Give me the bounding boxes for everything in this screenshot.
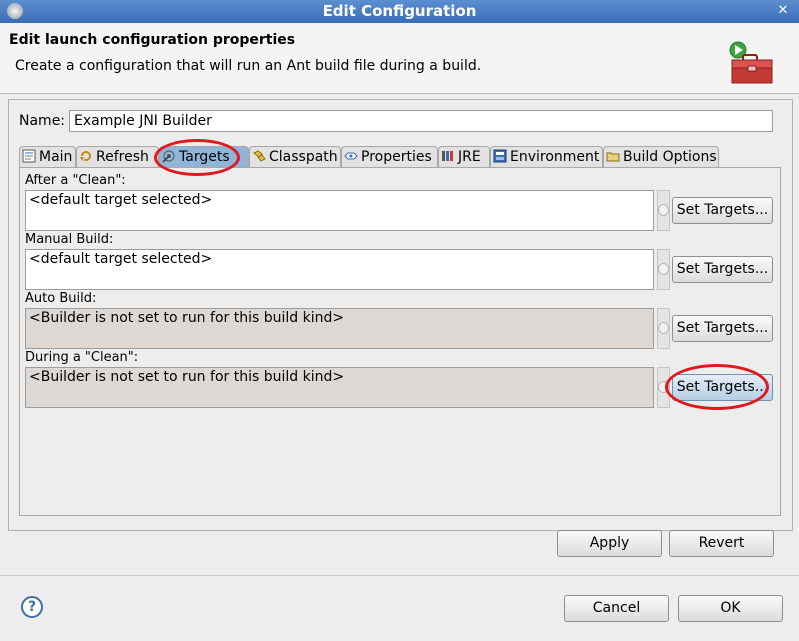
refresh-icon — [80, 151, 91, 162]
tab-environment[interactable]: Environment — [490, 146, 603, 167]
tab-label: Environment — [510, 149, 600, 165]
properties-icon — [344, 152, 358, 160]
tab-label: Build Options — [623, 149, 717, 165]
manual-build-targets[interactable]: <default target selected> — [25, 249, 654, 290]
tab-targets[interactable]: Targets — [159, 146, 249, 167]
tab-bar: Main Refresh Targets Classpath Propertie… — [19, 146, 779, 168]
tab-label: JRE — [458, 149, 481, 165]
manual-build-label: Manual Build: — [25, 232, 114, 247]
jre-icon — [442, 151, 453, 161]
environment-icon — [493, 149, 507, 163]
name-input[interactable]: Example JNI Builder — [69, 110, 773, 132]
window-title: Edit Configuration — [322, 2, 477, 20]
tab-properties[interactable]: Properties — [341, 146, 438, 167]
scroll-knob — [658, 322, 669, 334]
tab-label: Main — [39, 149, 73, 165]
tab-classpath[interactable]: Classpath — [249, 146, 341, 167]
tab-main[interactable]: Main — [19, 146, 76, 167]
during-clean-label: During a "Clean": — [25, 350, 139, 365]
targets-icon — [162, 150, 175, 163]
tab-label: Classpath — [269, 149, 338, 165]
auto-build-label: Auto Build: — [25, 291, 97, 306]
during-clean-targets: <Builder is not set to run for this buil… — [25, 367, 654, 408]
dialog-header: Edit launch configuration properties Cre… — [0, 23, 799, 94]
title-bar: Edit Configuration ✕ — [0, 0, 799, 23]
header-title: Edit launch configuration properties — [9, 32, 296, 48]
scroll-knob — [658, 263, 669, 275]
scrollbar[interactable] — [657, 249, 670, 290]
set-targets-after-clean-button[interactable]: Set Targets... — [672, 197, 773, 224]
tab-label: Properties — [361, 149, 432, 165]
apply-button[interactable]: Apply — [557, 530, 662, 557]
tab-label: Targets — [179, 149, 230, 165]
separator — [0, 575, 799, 576]
set-targets-auto-build-button[interactable]: Set Targets... — [672, 315, 773, 342]
auto-build-targets: <Builder is not set to run for this buil… — [25, 308, 654, 349]
scrollbar[interactable] — [657, 367, 670, 408]
after-clean-targets[interactable]: <default target selected> — [25, 190, 654, 231]
main-tab-icon — [22, 149, 36, 163]
cancel-button[interactable]: Cancel — [564, 595, 669, 622]
after-clean-label: After a "Clean": — [25, 173, 126, 188]
revert-button[interactable]: Revert — [669, 530, 774, 557]
scrollbar[interactable] — [657, 308, 670, 349]
tab-jre[interactable]: JRE — [438, 146, 490, 167]
build-options-icon — [606, 152, 620, 162]
scrollbar[interactable] — [657, 190, 670, 231]
set-targets-manual-build-button[interactable]: Set Targets... — [672, 256, 773, 283]
tab-build-options[interactable]: Build Options — [603, 146, 719, 167]
toolbox-icon — [729, 41, 773, 84]
set-targets-during-clean-button[interactable]: Set Targets... — [672, 374, 773, 401]
classpath-icon — [253, 150, 266, 162]
scroll-knob — [658, 381, 669, 393]
ok-button[interactable]: OK — [678, 595, 783, 622]
close-icon[interactable]: ✕ — [773, 2, 793, 20]
tab-refresh[interactable]: Refresh — [76, 146, 159, 167]
help-icon[interactable]: ? — [21, 596, 43, 618]
scroll-knob — [658, 204, 669, 216]
name-label: Name: — [19, 113, 66, 129]
header-description: Create a configuration that will run an … — [15, 58, 482, 74]
tab-label: Refresh — [96, 149, 149, 165]
